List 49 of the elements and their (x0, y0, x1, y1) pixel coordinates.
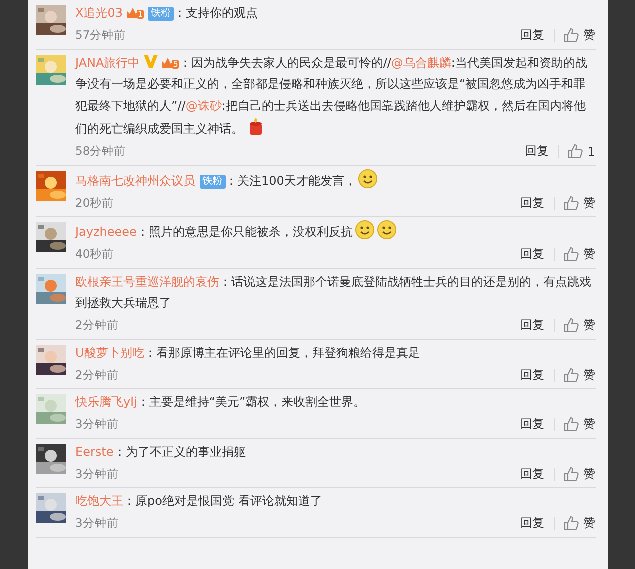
reply-button[interactable]: 回复 (520, 27, 544, 44)
comment-text: 马格南七改神州众议员 铁粉 ：关注100天才能发言， (76, 168, 596, 192)
like-button[interactable]: 赞 (564, 416, 596, 433)
thumbs-up-icon (564, 417, 578, 432)
timestamp: 3分钟前 (76, 516, 120, 531)
timestamp: 3分钟前 (76, 466, 120, 482)
reply-button[interactable]: 回复 (520, 466, 544, 482)
reply-button[interactable]: 回复 (520, 317, 544, 334)
timestamp: 57分钟前 (76, 28, 128, 43)
thumbs-up-icon (564, 196, 578, 210)
comment-text: U酸萝卜别吃：看那原博主在评论里的回复，拜登狗粮给得是真足 (76, 344, 422, 362)
thumbs-up-icon (564, 247, 578, 262)
reply-button[interactable]: 回复 (524, 143, 549, 160)
thumbs-up-icon (564, 516, 578, 531)
timestamp: 2分钟前 (76, 318, 120, 333)
comment-text: 欧根亲王号重巡洋舰的哀伤：话说这是法国那个诺曼底登陆战牺牲士兵的目的还是别的，有点跳戏到拯救大兵瑞恩了 (76, 274, 592, 312)
comment-text: Eerste：为了不正义的事业捐躯 (76, 444, 247, 460)
comment-text: X追光03 1 铁粉 ：支持你的观点 (76, 5, 260, 23)
fan-badge: 铁粉 (200, 174, 226, 188)
verified-icon (144, 54, 158, 68)
like-button[interactable]: 赞 (564, 466, 596, 482)
thumbs-up-icon (564, 318, 578, 333)
fan-badge: 铁粉 (148, 7, 174, 21)
reply-button[interactable]: 回复 (520, 246, 544, 263)
reply-button[interactable]: 回复 (520, 416, 544, 433)
thumbs-up-icon (568, 144, 583, 159)
comment-text: Jayzheeee：照片的意思是你只能被杀，没权利反抗 (76, 220, 596, 244)
timestamp: 40秒前 (76, 247, 116, 262)
like-button[interactable]: 赞 (564, 366, 596, 384)
like-button[interactable]: 1 (568, 144, 596, 159)
thumbs-up-icon (564, 466, 578, 482)
like-button[interactable]: 赞 (564, 246, 596, 263)
like-button[interactable]: 赞 (564, 515, 596, 532)
timestamp: 2分钟前 (76, 368, 120, 382)
thumbs-up-icon (564, 28, 578, 43)
reply-button[interactable]: 回复 (520, 194, 544, 212)
thumbs-up-icon (564, 368, 578, 382)
like-button[interactable]: 赞 (564, 194, 596, 212)
timestamp: 58分钟前 (76, 144, 128, 159)
reply-button[interactable]: 回复 (520, 515, 544, 532)
like-button[interactable]: 赞 (564, 317, 596, 334)
like-button[interactable]: 赞 (564, 27, 596, 44)
comment-text: 吃饱大王：原po绝对是恨国党 看评论就知道了 (76, 493, 324, 510)
level-badge: 1 (126, 6, 144, 19)
comment-text: JANA旅行中 5：因为战争失去家人的民众是最可怜的//@乌合麒麟:当代美国发起和资助的战争没有一场是必要和正义的，全部都是侵略和种族灭绝，所以这些应该是“被国忽悠成为凶手和罪犯最终下地狱的人”//@诛砂:把自己的士兵送出去侵略他国靠践踏他人维护霸权，然后在国内将他们的死亡编织成爱国主义神话。 (76, 54, 588, 139)
timestamp: 3分钟前 (76, 417, 120, 432)
reply-button[interactable]: 回复 (520, 366, 544, 384)
comment-text: 快乐腾飞ylj：主要是维持“美元”霸权，来收割全世界。 (76, 394, 367, 411)
timestamp: 20秒前 (76, 196, 116, 210)
